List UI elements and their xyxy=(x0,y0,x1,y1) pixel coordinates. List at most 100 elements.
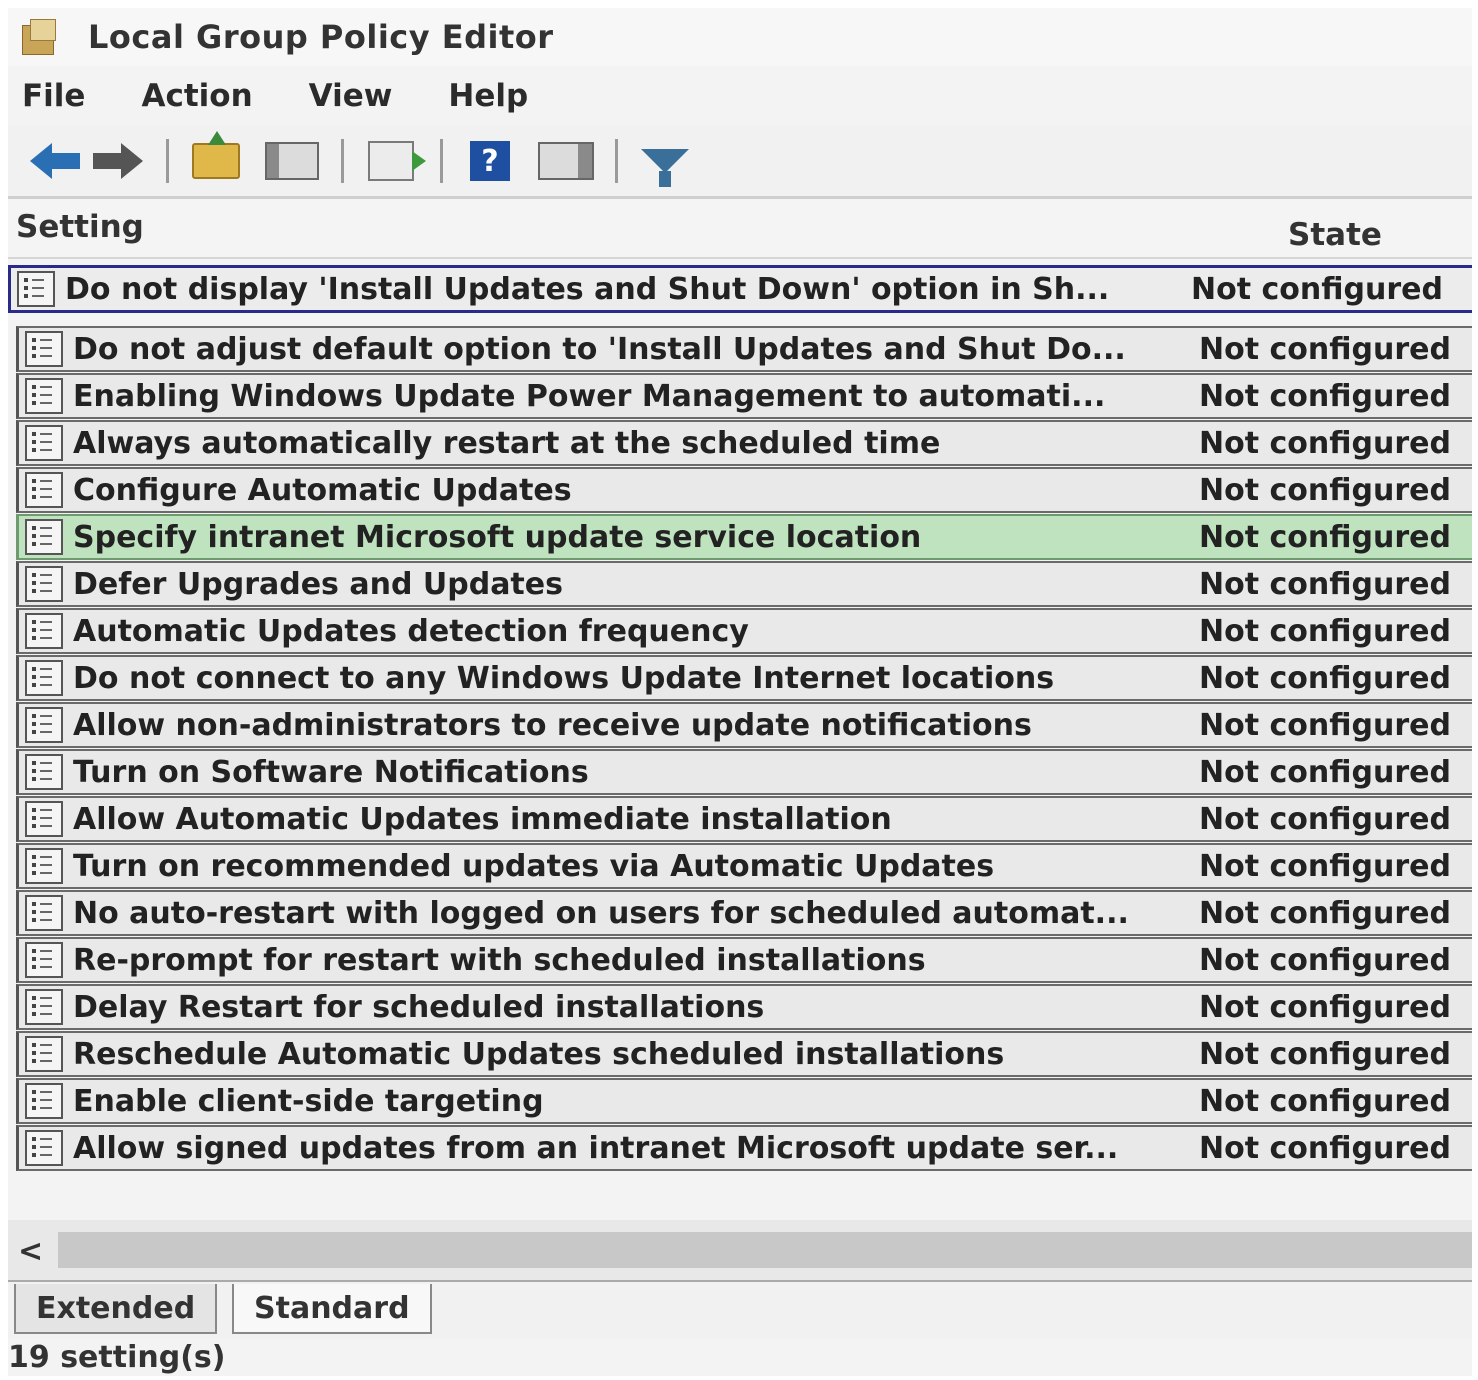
table-row[interactable]: Allow signed updates from an intranet Mi… xyxy=(16,1125,1472,1171)
table-row[interactable]: Turn on recommended updates via Automati… xyxy=(16,843,1472,889)
forward-arrow-icon xyxy=(93,143,143,179)
setting-name: Allow signed updates from an intranet Mi… xyxy=(73,1130,1119,1166)
table-row[interactable]: Allow non-administrators to receive upda… xyxy=(16,702,1472,748)
policy-setting-icon xyxy=(25,801,63,837)
up-one-level-button[interactable] xyxy=(187,131,245,184)
window-title: Local Group Policy Editor xyxy=(88,18,554,56)
policy-editor-window: Local Group Policy Editor File Action Vi… xyxy=(8,8,1472,1376)
status-text: 19 setting(s) xyxy=(8,1340,226,1375)
policy-setting-icon xyxy=(17,271,55,307)
table-row[interactable]: Do not display 'Install Updates and Shut… xyxy=(8,265,1472,313)
toolbar: ? xyxy=(8,126,1472,199)
setting-name: Do not adjust default option to 'Install… xyxy=(73,331,1126,367)
policy-setting-icon xyxy=(25,989,63,1025)
setting-state: Not configured xyxy=(1199,754,1451,790)
table-row[interactable]: Always automatically restart at the sche… xyxy=(16,420,1472,466)
setting-state: Not configured xyxy=(1199,613,1451,649)
filter-icon xyxy=(641,149,689,187)
show-hide-action-pane-icon xyxy=(538,142,594,180)
setting-state: Not configured xyxy=(1199,1130,1451,1166)
menu-view[interactable]: View xyxy=(309,78,393,114)
setting-name: No auto-restart with logged on users for… xyxy=(73,895,1129,931)
policy-setting-icon xyxy=(25,519,63,555)
policy-setting-icon xyxy=(25,378,63,414)
table-row[interactable]: Enable client-side targeting Not configur… xyxy=(16,1078,1472,1124)
policy-setting-icon xyxy=(25,1130,63,1166)
scroll-left-arrow[interactable]: < xyxy=(18,1234,43,1269)
setting-state: Not configured xyxy=(1199,707,1451,743)
show-hide-action-pane-button[interactable] xyxy=(537,138,595,184)
export-list-button[interactable] xyxy=(362,138,426,184)
setting-name: Delay Restart for scheduled installation… xyxy=(73,989,765,1025)
column-header-setting[interactable]: Setting xyxy=(16,209,144,245)
setting-name: Allow Automatic Updates immediate instal… xyxy=(73,801,892,837)
setting-name: Configure Automatic Updates xyxy=(73,472,572,508)
table-row[interactable]: Re-prompt for restart with scheduled ins… xyxy=(16,937,1472,983)
policy-setting-icon xyxy=(25,660,63,696)
table-row[interactable]: Specify intranet Microsoft update servic… xyxy=(16,514,1472,560)
export-list-icon xyxy=(368,141,426,181)
up-folder-icon xyxy=(192,131,240,179)
setting-name: Turn on recommended updates via Automati… xyxy=(73,848,995,884)
menu-help[interactable]: Help xyxy=(448,78,528,114)
show-hide-console-tree-icon xyxy=(265,142,319,180)
setting-state: Not configured xyxy=(1199,472,1451,508)
setting-state: Not configured xyxy=(1199,660,1451,696)
scroll-track[interactable] xyxy=(58,1232,1472,1268)
setting-state: Not configured xyxy=(1199,566,1451,602)
setting-name: Turn on Software Notifications xyxy=(73,754,589,790)
policy-setting-icon xyxy=(25,1036,63,1072)
setting-name: Specify intranet Microsoft update servic… xyxy=(73,519,922,555)
table-row[interactable]: Defer Upgrades and Updates Not configured xyxy=(16,561,1472,607)
menu-file[interactable]: File xyxy=(22,78,85,114)
back-arrow-icon xyxy=(30,143,80,179)
policy-setting-icon xyxy=(25,848,63,884)
table-row[interactable]: No auto-restart with logged on users for… xyxy=(16,890,1472,936)
policy-setting-icon xyxy=(25,895,63,931)
setting-state: Not configured xyxy=(1199,331,1451,367)
setting-state: Not configured xyxy=(1199,942,1451,978)
setting-name: Do not display 'Install Updates and Shut… xyxy=(65,271,1110,307)
policy-setting-icon xyxy=(25,472,63,508)
setting-name: Defer Upgrades and Updates xyxy=(73,566,563,602)
policy-setting-icon xyxy=(25,1083,63,1119)
back-button[interactable] xyxy=(12,138,80,184)
table-row[interactable]: Do not connect to any Windows Update Int… xyxy=(16,655,1472,701)
setting-state: Not configured xyxy=(1199,425,1451,461)
setting-state: Not configured xyxy=(1199,1036,1451,1072)
table-row[interactable]: Configure Automatic Updates Not configure… xyxy=(16,467,1472,513)
column-header-state[interactable]: State xyxy=(1288,217,1382,253)
setting-name: Reschedule Automatic Updates scheduled i… xyxy=(73,1036,1005,1072)
table-row[interactable]: Do not adjust default option to 'Install… xyxy=(16,326,1472,372)
setting-state: Not configured xyxy=(1199,378,1451,414)
help-button[interactable]: ? xyxy=(461,138,519,184)
setting-state: Not configured xyxy=(1199,989,1451,1025)
status-bar: 19 setting(s) xyxy=(8,1338,1472,1376)
forward-button[interactable] xyxy=(88,138,146,184)
table-row[interactable]: Allow Automatic Updates immediate instal… xyxy=(16,796,1472,842)
menu-action[interactable]: Action xyxy=(141,78,252,114)
policy-setting-icon xyxy=(25,613,63,649)
filter-button[interactable] xyxy=(636,138,694,187)
toolbar-separator xyxy=(615,139,618,183)
setting-name: Do not connect to any Windows Update Int… xyxy=(73,660,1055,696)
setting-state: Not configured xyxy=(1199,801,1451,837)
table-row[interactable]: Enabling Windows Update Power Management… xyxy=(16,373,1472,419)
title-bar: Local Group Policy Editor xyxy=(8,8,1472,66)
policy-setting-icon xyxy=(25,707,63,743)
setting-state: Not configured xyxy=(1199,848,1451,884)
table-row[interactable]: Reschedule Automatic Updates scheduled i… xyxy=(16,1031,1472,1077)
toolbar-separator xyxy=(166,139,169,183)
show-hide-console-tree-button[interactable] xyxy=(263,138,321,184)
table-row[interactable]: Delay Restart for scheduled installation… xyxy=(16,984,1472,1030)
menu-bar: File Action View Help xyxy=(8,66,1472,126)
horizontal-scrollbar[interactable]: < xyxy=(8,1220,1472,1280)
table-row[interactable]: Automatic Updates detection frequency Not… xyxy=(16,608,1472,654)
tab-standard[interactable]: Standard xyxy=(232,1284,432,1334)
policy-setting-icon xyxy=(25,331,63,367)
help-icon: ? xyxy=(470,141,510,181)
tab-extended[interactable]: Extended xyxy=(14,1284,218,1334)
setting-state: Not configured xyxy=(1199,895,1451,931)
table-row[interactable]: Turn on Software Notifications Not config… xyxy=(16,749,1472,795)
policy-setting-icon xyxy=(25,566,63,602)
